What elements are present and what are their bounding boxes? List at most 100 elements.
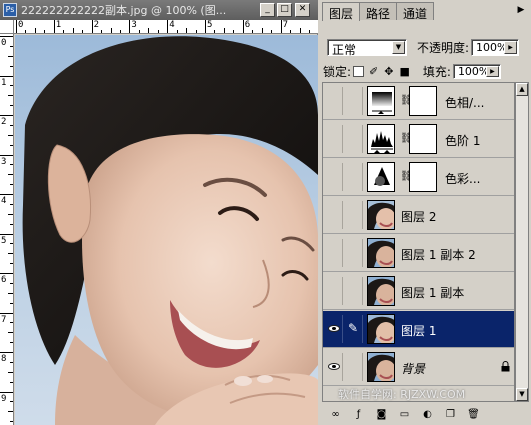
visibility-toggle[interactable] — [325, 315, 343, 343]
ruler-minor-tick — [10, 342, 13, 344]
blend-mode-select[interactable]: 正常 ▼ — [327, 38, 407, 57]
tab-paths[interactable]: 路径 — [359, 2, 398, 21]
portrait-photo — [22, 36, 318, 425]
ruler-minor-tick — [10, 144, 13, 146]
new-group-icon[interactable]: ▭ — [396, 407, 413, 422]
ruler-minor-tick — [110, 28, 112, 33]
layer-thumbnail — [367, 238, 395, 268]
lock-icon — [501, 361, 510, 372]
lock-brush-icon[interactable]: ✐ — [369, 65, 378, 78]
ruler-number: 2 — [93, 20, 100, 30]
layer-name: 图层 1 副本 — [401, 286, 465, 300]
ruler-tick — [0, 194, 13, 195]
ruler-number: 4 — [1, 196, 7, 206]
link-toggle[interactable] — [345, 163, 363, 191]
add-mask-icon[interactable]: ◙ — [373, 407, 390, 422]
layer-mask-thumbnail[interactable] — [409, 124, 437, 154]
link-layers-icon[interactable]: ∞ — [327, 407, 344, 422]
delete-layer-icon[interactable]: 🗑 — [465, 407, 482, 422]
layer-row-color-balance[interactable]: ⛓ 色彩... — [323, 159, 514, 196]
document-titlebar[interactable]: Ps 222222222222副本.jpg @ 100% (图... _ □ ✕ — [0, 0, 318, 20]
ruler-number: 0 — [18, 20, 24, 30]
layer-row-hue-saturation[interactable]: ⛓ 色相/... — [323, 83, 514, 120]
new-adjustment-icon[interactable]: ◐ — [419, 407, 436, 422]
layer-mask-thumbnail[interactable] — [409, 86, 437, 116]
link-toggle[interactable] — [345, 125, 363, 153]
blend-mode-value: 正常 — [332, 42, 357, 57]
ruler-minor-tick — [10, 203, 13, 205]
panel-menu-arrow-icon[interactable]: ▶ — [515, 4, 527, 16]
ruler-minor-tick — [72, 28, 74, 33]
ruler-tick — [0, 154, 13, 156]
ruler-minor-tick — [8, 292, 13, 294]
opacity-field[interactable]: 100% ▶ — [471, 38, 520, 56]
link-toggle[interactable] — [345, 239, 363, 267]
fill-slider-arrow-icon[interactable]: ▶ — [485, 65, 499, 77]
visibility-toggle[interactable] — [325, 353, 343, 381]
ruler-number: 7 — [1, 314, 7, 325]
ruler-minor-tick — [63, 30, 65, 33]
ruler-minor-tick — [8, 411, 13, 413]
lock-transparency-checkbox[interactable] — [353, 65, 365, 77]
ruler-tick — [0, 115, 13, 116]
ruler-number: 1 — [55, 20, 62, 30]
ruler-horizontal[interactable]: 0 1 2 3 4 5 6 7 — [14, 20, 318, 34]
link-toggle[interactable] — [345, 87, 363, 115]
ruler-tick — [53, 20, 55, 33]
chevron-down-icon[interactable]: ▼ — [392, 40, 405, 54]
layer-name: 色彩... — [445, 172, 481, 186]
visibility-toggle[interactable] — [325, 125, 343, 153]
layers-panel: 图层 路径 通道 ▶ 正常 ▼ 不透明度: 100% ▶ 锁定: ✐ ✥ ■ 填… — [319, 0, 531, 425]
ruler-vertical[interactable]: 0 1 2 3 4 5 6 7 8 9 — [0, 34, 14, 425]
lock-all-icon[interactable]: ■ — [399, 65, 409, 78]
link-toggle[interactable] — [345, 201, 363, 229]
visibility-toggle[interactable] — [325, 201, 343, 229]
new-layer-icon[interactable]: ❐ — [442, 407, 459, 422]
ruler-minor-tick — [10, 85, 13, 87]
visibility-toggle[interactable] — [325, 87, 343, 115]
link-toggle[interactable]: ✎ — [345, 315, 363, 343]
layer-thumbnail — [367, 314, 395, 344]
minimize-button[interactable]: _ — [260, 3, 275, 17]
ruler-minor-tick — [10, 184, 13, 186]
close-button[interactable]: ✕ — [295, 3, 310, 17]
visibility-toggle[interactable] — [325, 163, 343, 191]
ruler-tick — [205, 20, 206, 33]
image-canvas[interactable] — [15, 35, 318, 425]
layer-row-layer-1-copy-2[interactable]: 图层 1 副本 2 — [323, 235, 514, 272]
fill-field[interactable]: 100% ▶ — [452, 63, 501, 79]
layers-scrollbar[interactable]: ▲ ▼ — [515, 82, 529, 402]
ruler-number: 0 — [1, 38, 7, 48]
layer-row-levels[interactable]: ⛓ 色阶 1 — [323, 121, 514, 158]
ruler-minor-tick — [101, 30, 103, 33]
scroll-down-icon[interactable]: ▼ — [516, 388, 528, 401]
visibility-toggle[interactable] — [325, 239, 343, 267]
visibility-toggle[interactable] — [325, 277, 343, 305]
link-toggle[interactable] — [345, 353, 363, 381]
fill-label: 填充: — [422, 64, 451, 79]
layer-name: 色相/... — [445, 96, 485, 110]
layer-row-layer-1[interactable]: ✎ 图层 1 — [323, 311, 514, 348]
layer-style-icon[interactable]: ƒ — [350, 407, 367, 422]
ruler-minor-tick — [10, 401, 13, 403]
layer-mask-thumbnail[interactable] — [409, 162, 437, 192]
layer-row-layer-1-copy[interactable]: 图层 1 副本 — [323, 273, 514, 310]
ruler-origin[interactable] — [0, 20, 14, 34]
link-toggle[interactable] — [345, 277, 363, 305]
ruler-minor-tick — [10, 302, 13, 304]
ruler-number: 3 — [131, 20, 137, 30]
ruler-number: 5 — [1, 235, 7, 246]
eye-icon — [328, 363, 340, 370]
lock-move-icon[interactable]: ✥ — [384, 65, 393, 78]
tab-channels[interactable]: 通道 — [396, 2, 435, 21]
ruler-number: 3 — [1, 156, 7, 167]
scroll-up-icon[interactable]: ▲ — [516, 83, 528, 96]
ruler-minor-tick — [10, 421, 13, 423]
maximize-button[interactable]: □ — [277, 3, 292, 17]
ruler-number: 6 — [1, 275, 7, 285]
layer-row-layer-2[interactable]: 图层 2 — [323, 197, 514, 234]
layer-row-background[interactable]: 背景 — [323, 349, 514, 386]
tab-layers[interactable]: 图层 — [322, 2, 361, 21]
opacity-slider-arrow-icon[interactable]: ▶ — [504, 40, 518, 54]
ruler-minor-tick — [25, 30, 27, 33]
